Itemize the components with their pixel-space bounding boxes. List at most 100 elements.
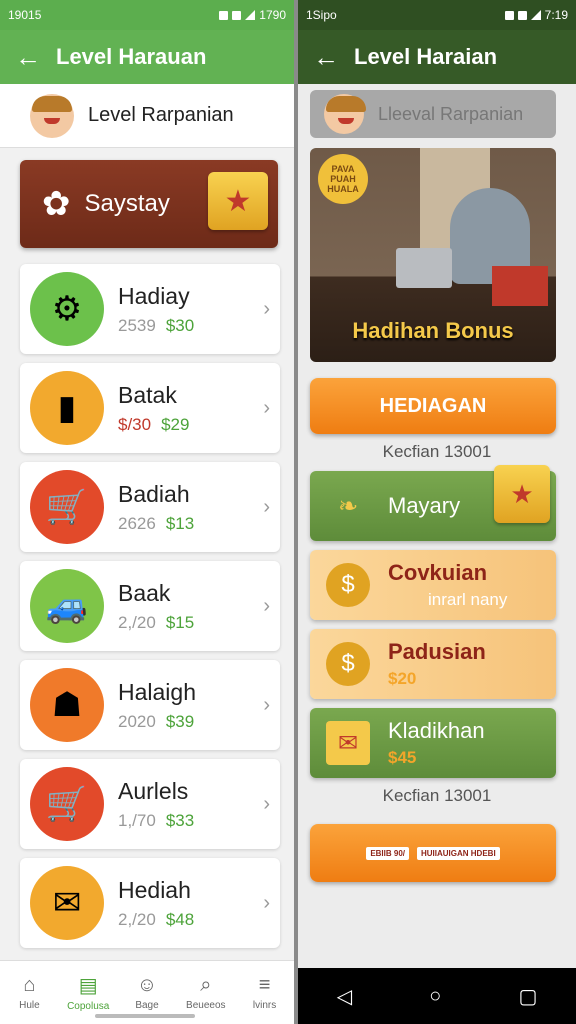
nav-icon: ▤ (78, 975, 98, 997)
item-count: 2020 (118, 711, 156, 731)
card-title: Kladikhan (388, 718, 485, 743)
item-price: $13 (165, 513, 195, 533)
profile-row[interactable]: Lleeval Rarpanian (310, 90, 556, 138)
status-right-text: 7:19 (544, 8, 568, 22)
hediagan-button[interactable]: HEDIAGAN (310, 378, 556, 434)
list-item[interactable]: ☗ Halaigh 2020 $39 › (20, 660, 280, 750)
card-price: $20 (388, 669, 417, 688)
card-title: Covkuian (388, 560, 488, 585)
list-item[interactable]: ✉ Hediah 2,/20 $48 › (20, 858, 280, 948)
wifi-icon (232, 10, 242, 20)
item-price: $33 (165, 810, 195, 830)
chevron-right-icon: › (263, 496, 270, 518)
button-tag: HUIIAUIGAN HDEBI (417, 846, 500, 860)
item-icon: ⚙ (30, 272, 104, 346)
profile-name: Level Rarpanian (88, 104, 234, 126)
leaf-icon: ❧ (337, 492, 359, 520)
nav-item[interactable]: ⌂ Hule (0, 961, 59, 1024)
item-price: $15 (165, 612, 195, 632)
list-item[interactable]: 🛒 Badiah 2626 $13 › (20, 462, 280, 552)
app-bar: ← Level Haraian (298, 30, 576, 84)
signal-icon (530, 10, 541, 20)
gift-box-icon: ★ (208, 172, 268, 230)
item-icon: ✉ (30, 866, 104, 940)
nav-item[interactable]: ≡ lvinrs (235, 961, 294, 1024)
battery-saver-icon (504, 10, 514, 20)
nav-label: Bage (135, 1000, 159, 1011)
status-icons: 7:19 (504, 8, 568, 22)
item-price: $30 (165, 315, 195, 335)
item-title: Halaigh (118, 678, 196, 705)
coin-icon: $ (326, 563, 370, 607)
nav-label: Beueeos (186, 1000, 226, 1011)
right-screen: 1Sipo 7:19 ← Level Haraian Lleeval Rarpa… (298, 0, 576, 1024)
item-icon: 🛒 (30, 470, 104, 544)
item-title: Batak (118, 381, 177, 408)
page-title: Level Harauan (56, 44, 207, 69)
chevron-right-icon: › (263, 595, 270, 617)
card-title: Padusian (388, 639, 486, 664)
item-price: $48 (165, 909, 195, 929)
card-subtitle: inrarl nany (428, 590, 508, 609)
home-circle-icon[interactable]: ○ (429, 985, 441, 1008)
list-item[interactable]: ⚙ Hadiay 2539 $30 › (20, 264, 280, 354)
card-price: $45 (388, 748, 417, 767)
nav-icon: ⌂ (23, 974, 36, 996)
item-icon: 🛒 (30, 767, 104, 841)
item-count: 2539 (118, 315, 156, 335)
bottom-action-button[interactable]: EBIIB 90/ HUIIAUIGAN HDEBI (310, 824, 556, 882)
profile-row[interactable]: Level Rarpanian (0, 84, 294, 148)
bonus-badge: PAVA PUAH HUALA (318, 154, 368, 204)
gear-icon: ✿ (42, 185, 71, 223)
item-title: Hadiay (118, 282, 190, 309)
button-tag: EBIIB 90/ (366, 846, 409, 860)
item-icon: ▮ (30, 371, 104, 445)
item-count: 2,/20 (118, 612, 156, 632)
list-item[interactable]: ▮ Batak $/30 $29 › (20, 363, 280, 453)
counter-label: Kecfian 13001 (382, 786, 492, 805)
envelope-icon: ✉ (326, 721, 370, 765)
reward-card-mayary[interactable]: ❧ Mayary ★ (310, 465, 556, 541)
gift-box-icon: ★ (494, 465, 550, 523)
item-price: $29 (161, 414, 190, 434)
item-count: $/30 (118, 414, 152, 434)
reward-card-covkuian[interactable]: $ Covkuian inrarl nany (310, 550, 556, 620)
nav-label: Hule (19, 1000, 40, 1011)
item-title: Aurlels (118, 777, 189, 804)
hero-title: Saystay (84, 190, 170, 217)
avatar (324, 94, 366, 134)
wifi-icon (517, 10, 527, 20)
signal-icon (245, 10, 256, 20)
reward-list: ⚙ Hadiay 2539 $30 › ▮ Batak $/30 $29 › 🛒 Badiah 2626… (20, 264, 280, 948)
card-title: Mayary (388, 493, 461, 518)
reward-card-padusian[interactable]: $ Padusian $20 (310, 629, 556, 699)
chevron-right-icon: › (263, 397, 270, 419)
status-bar: 19015 1790 (0, 0, 294, 30)
chevron-right-icon: › (263, 793, 270, 815)
back-arrow-icon[interactable]: ← (298, 42, 354, 73)
hero-banner[interactable]: ✿ Saystay ★ (20, 160, 278, 248)
reward-card-kladikhan[interactable]: ✉ Kladikhan $45 (310, 708, 556, 778)
battery-saver-icon (219, 10, 229, 20)
list-item[interactable]: 🚙 Baak 2,/20 $15 › (20, 561, 280, 651)
photo-gift-box (492, 266, 548, 306)
chevron-right-icon: › (263, 892, 270, 914)
item-icon: 🚙 (30, 569, 104, 643)
status-right-text: 1790 (259, 8, 286, 22)
recents-square-icon[interactable]: ▢ (518, 984, 537, 1009)
bonus-banner-image[interactable]: PAVA PUAH HUALA Hadihan Bonus (310, 148, 556, 362)
status-icons: 1790 (219, 8, 286, 22)
status-time: 1Sipo (306, 8, 337, 22)
coin-icon: $ (326, 642, 370, 686)
item-count: 2626 (118, 513, 156, 533)
back-arrow-icon[interactable]: ← (0, 42, 56, 73)
list-item[interactable]: 🛒 Aurlels 1,/70 $33 › (20, 759, 280, 849)
system-navigation-bar: ◁ ○ ▢ (298, 968, 576, 1024)
chevron-right-icon: › (263, 298, 270, 320)
status-time: 19015 (8, 8, 42, 22)
item-price: $39 (165, 711, 195, 731)
item-title: Hediah (118, 876, 191, 903)
photo-laptop (396, 248, 452, 288)
back-triangle-icon[interactable]: ◁ (337, 984, 352, 1009)
chevron-right-icon: › (263, 694, 270, 716)
